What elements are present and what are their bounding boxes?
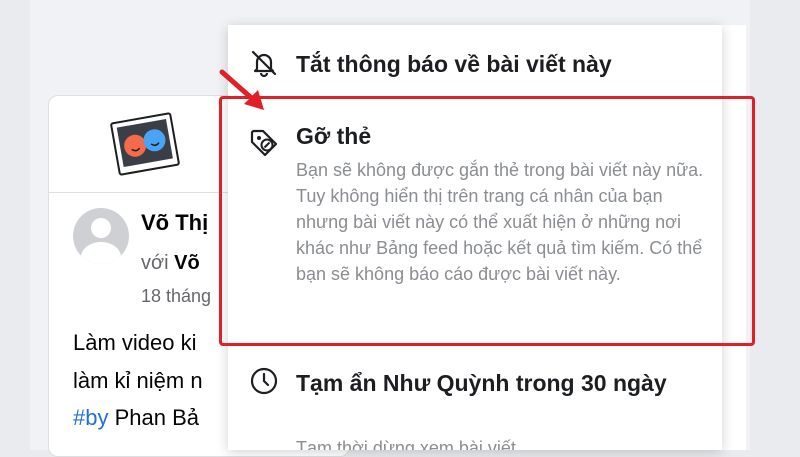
menu-item-snooze[interactable]: Tạm ẩn Như Quỳnh trong 30 ngày Tạm thời … bbox=[228, 345, 722, 450]
clock-icon bbox=[250, 367, 278, 395]
post-text-rest: Phan Bả bbox=[108, 405, 199, 430]
pointer-arrow-icon bbox=[219, 69, 264, 110]
menu-item-title: Tắt thông báo về bài viết này bbox=[296, 51, 612, 77]
post-text-line: làm kỉ niệm n bbox=[73, 368, 203, 393]
post-author-name[interactable]: Võ Thị bbox=[141, 210, 208, 236]
post-text-line: #by Phan Bả bbox=[73, 405, 199, 431]
with-prefix: với bbox=[141, 252, 169, 274]
avatar[interactable] bbox=[73, 208, 129, 264]
hashtag-link[interactable]: #by bbox=[73, 405, 108, 430]
post-timestamp[interactable]: 18 tháng bbox=[141, 286, 211, 307]
highlight-box bbox=[219, 96, 755, 346]
menu-item-mute-notifications[interactable]: Tắt thông báo về bài viết này bbox=[228, 25, 722, 97]
photo-tag-illustration-icon bbox=[110, 112, 180, 176]
post-tagged-with: với Võ bbox=[141, 252, 200, 275]
tagged-person-name[interactable]: Võ bbox=[174, 252, 200, 274]
menu-item-description: Tạm thời dừng xem bài viết. bbox=[296, 438, 521, 450]
menu-item-title: Tạm ẩn Như Quỳnh trong 30 ngày bbox=[296, 370, 667, 396]
post-text-line: Làm video ki bbox=[73, 330, 197, 355]
